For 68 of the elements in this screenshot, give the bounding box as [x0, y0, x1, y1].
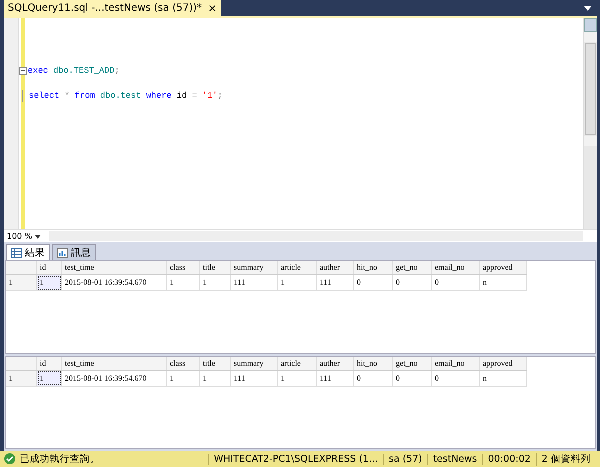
- grid-icon: [11, 248, 22, 258]
- table-cell: 0: [432, 274, 480, 290]
- vertical-scrollbar[interactable]: [583, 18, 597, 229]
- column-header[interactable]: auther: [316, 356, 354, 370]
- table-cell: 1: [36, 370, 62, 386]
- table-cell: 0: [354, 370, 392, 386]
- table-cell: 1: [278, 274, 316, 290]
- column-header[interactable]: class: [166, 261, 200, 274]
- column-header[interactable]: summary: [230, 356, 278, 370]
- status-item: WHITECAT2-PC1\SQLEXPRESS (1...: [208, 454, 384, 464]
- result-tab[interactable]: 結果: [6, 244, 50, 260]
- column-header[interactable]: class: [166, 356, 200, 370]
- column-header[interactable]: article: [278, 356, 316, 370]
- chart-icon: [57, 248, 68, 258]
- code-line: select * from dbo.test where id = '1';: [29, 90, 223, 100]
- column-header[interactable]: summary: [230, 261, 278, 274]
- column-header[interactable]: id: [36, 261, 62, 274]
- table-cell: 1: [36, 274, 62, 290]
- code-line: exec dbo.TEST_ADD;: [28, 66, 120, 76]
- table-cell: 2015-08-01 16:39:54.670: [62, 274, 166, 290]
- table-cell: n: [480, 274, 526, 290]
- row-number[interactable]: 1: [6, 274, 36, 290]
- result-tab[interactable]: 訊息: [52, 244, 96, 260]
- table-cell: 111: [230, 370, 278, 386]
- table-cell: 0: [392, 370, 432, 386]
- table-cell: 111: [316, 274, 354, 290]
- column-header[interactable]: get_no: [392, 356, 432, 370]
- column-header[interactable]: hit_no: [354, 261, 392, 274]
- table-cell: 1: [166, 274, 200, 290]
- column-header[interactable]: approved: [480, 356, 526, 370]
- table-cell: 2015-08-01 16:39:54.670: [62, 370, 166, 386]
- horizontal-scrollbar[interactable]: [49, 231, 583, 241]
- table-cell: 1: [200, 370, 230, 386]
- caret-icon[interactable]: [34, 234, 41, 238]
- column-header[interactable]: title: [200, 356, 230, 370]
- column-header[interactable]: auther: [316, 261, 354, 274]
- table-cell: 0: [432, 370, 480, 386]
- close-icon[interactable]: ×: [208, 2, 218, 14]
- column-header[interactable]: article: [278, 261, 316, 274]
- status-message: 已成功執行查詢。: [20, 452, 101, 466]
- success-icon: [4, 453, 16, 465]
- column-header[interactable]: email_no: [432, 261, 480, 274]
- status-item: sa (57): [383, 454, 428, 464]
- table-cell: 111: [230, 274, 278, 290]
- table-cell: 0: [354, 274, 392, 290]
- status-item: 2 個資料列: [536, 452, 596, 466]
- row-number[interactable]: 1: [6, 370, 36, 386]
- dropdown-icon[interactable]: [584, 6, 592, 11]
- status-item: 00:00:02: [482, 454, 536, 464]
- table-cell: 1: [166, 370, 200, 386]
- column-header[interactable]: test_time: [62, 356, 166, 370]
- column-header[interactable]: title: [200, 261, 230, 274]
- status-item: testNews: [427, 454, 482, 464]
- collapse-icon[interactable]: [19, 66, 27, 74]
- column-header[interactable]: test_time: [62, 261, 166, 274]
- column-header[interactable]: approved: [480, 261, 526, 274]
- document-tab[interactable]: SQLQuery11.sql -...testNews (sa (57))* ×: [4, 0, 222, 16]
- table-cell: n: [480, 370, 526, 386]
- column-header[interactable]: email_no: [432, 356, 480, 370]
- tab-title: SQLQuery11.sql -...testNews (sa (57))*: [8, 2, 202, 14]
- column-header[interactable]: hit_no: [354, 356, 392, 370]
- table-cell: 0: [392, 274, 432, 290]
- zoom-dropdown[interactable]: 100 %: [4, 232, 49, 240]
- table-cell: 111: [316, 370, 354, 386]
- column-header[interactable]: id: [36, 356, 62, 370]
- column-header[interactable]: get_no: [392, 261, 432, 274]
- table-cell: 1: [278, 370, 316, 386]
- table-cell: 1: [200, 274, 230, 290]
